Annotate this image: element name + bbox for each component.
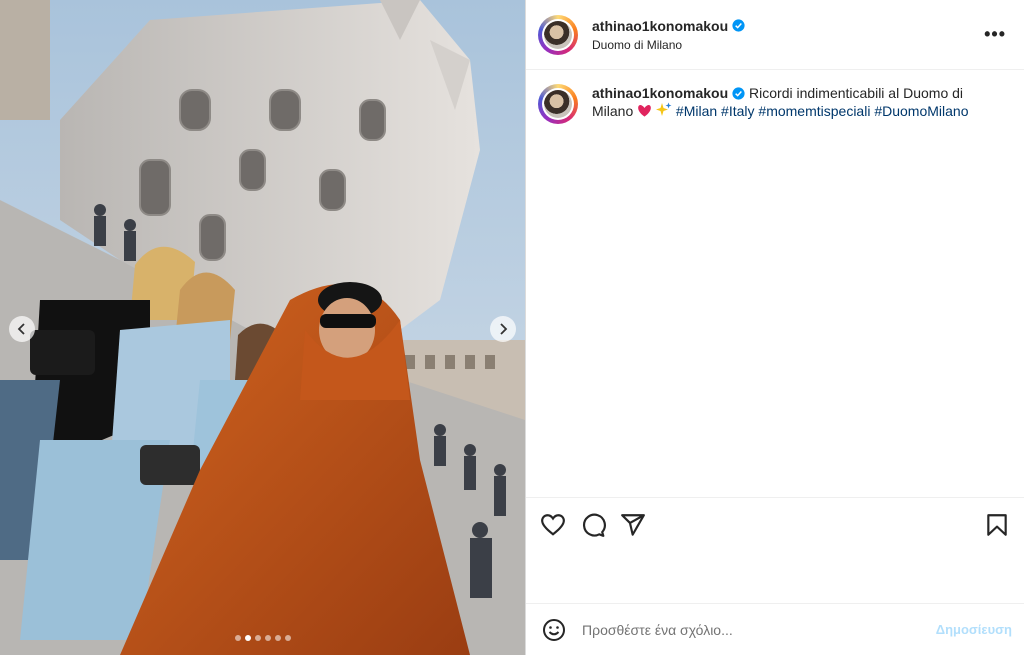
more-options-button[interactable]: ••• xyxy=(978,24,1012,45)
chevron-left-icon xyxy=(17,323,25,335)
verified-badge-icon xyxy=(732,19,745,32)
carousel-next-button[interactable] xyxy=(490,316,516,342)
red-heart-icon xyxy=(638,105,651,117)
share-icon[interactable] xyxy=(620,512,646,538)
carousel-dot xyxy=(284,635,291,641)
chevron-right-icon xyxy=(500,323,508,335)
carousel-dot xyxy=(244,635,251,641)
post-caption: athinao1konomakou Ricordi indimenticabil… xyxy=(526,70,1024,124)
post-viewer: athinao1konomakou Duomo di Milano ••• at… xyxy=(0,0,1024,655)
post-media[interactable] xyxy=(0,0,525,655)
post-actions xyxy=(526,497,1024,552)
caption-hashtags[interactable]: #Milan #Italy #momemtispeciali #DuomoMil… xyxy=(676,103,969,119)
avatar-image xyxy=(544,20,572,49)
carousel-dot xyxy=(264,635,271,641)
carousel-dot xyxy=(234,635,241,641)
bookmark-icon[interactable] xyxy=(984,512,1010,538)
post-photo xyxy=(0,0,525,655)
caption-username[interactable]: athinao1konomakou xyxy=(592,84,728,102)
heart-icon[interactable] xyxy=(540,512,566,538)
comment-icon[interactable] xyxy=(580,512,606,538)
comment-bar: Δημοσίευση xyxy=(526,603,1024,655)
post-comment-button[interactable]: Δημοσίευση xyxy=(936,622,1012,637)
carousel-indicator xyxy=(0,635,525,641)
carousel-prev-button[interactable] xyxy=(9,316,35,342)
comment-input[interactable] xyxy=(580,620,936,639)
post-details-panel: athinao1konomakou Duomo di Milano ••• at… xyxy=(525,0,1024,655)
avatar[interactable] xyxy=(538,14,578,55)
carousel-dot xyxy=(254,635,261,641)
post-header: athinao1konomakou Duomo di Milano ••• xyxy=(526,0,1024,70)
emoji-icon[interactable] xyxy=(542,618,566,642)
avatar-image xyxy=(544,90,572,118)
carousel-dot xyxy=(274,635,281,641)
caption-avatar[interactable] xyxy=(538,84,578,124)
sparkles-icon xyxy=(656,102,672,116)
verified-badge-icon xyxy=(732,86,745,100)
username-link[interactable]: athinao1konomakou xyxy=(592,18,728,34)
location-link[interactable]: Duomo di Milano xyxy=(592,38,978,52)
